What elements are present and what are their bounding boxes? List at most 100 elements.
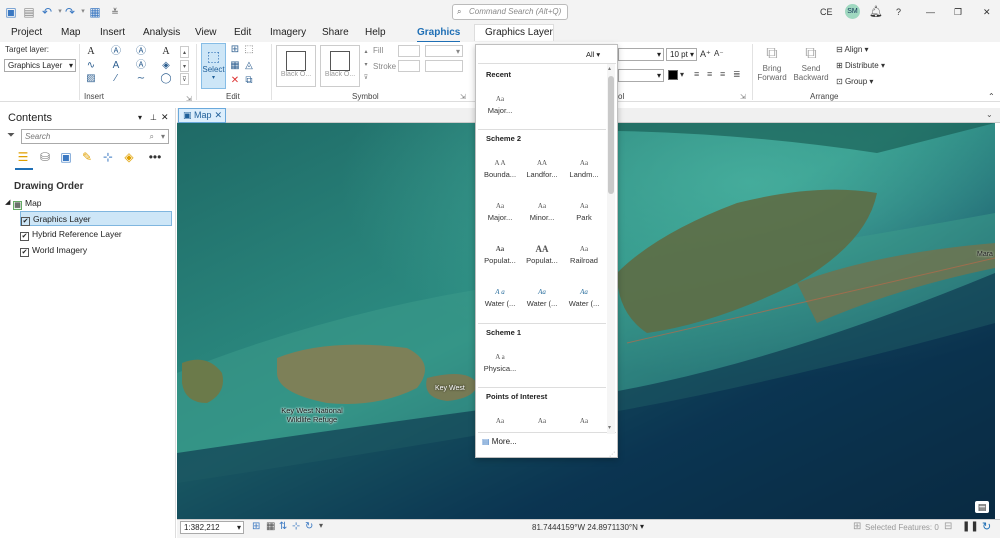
resize-grip-icon[interactable]: ⋰ [609,451,615,458]
tab-map[interactable]: Map [61,26,80,40]
style-item[interactable]: A A Bounda... [478,156,522,179]
scroll-down-icon[interactable]: ▾ [608,424,611,431]
save-icon[interactable]: ▤ [22,5,36,19]
font-color-swatch[interactable] [668,70,678,80]
tab-share[interactable]: Share [322,26,349,40]
stroke-color-picker[interactable] [398,60,420,72]
symbol-launcher-icon[interactable]: ⇲ [460,93,466,101]
symbol-gallery-expand-icon[interactable]: ⊽ [362,72,370,84]
command-search-input[interactable]: ⌕ Command Search (Alt+Q) [452,4,568,20]
font-size-select[interactable]: 10 pt ▾ [666,48,697,61]
style-item[interactable]: Aa Major... [478,199,522,222]
tab-analysis[interactable]: Analysis [143,26,180,40]
justify-icon[interactable]: ≣ [733,69,741,80]
gallery-scrollbar-thumb[interactable] [608,76,614,194]
chevron-down-icon[interactable]: ▾ [640,522,644,531]
list-by-labeling-icon[interactable]: ◈ [122,150,136,164]
map-view-tab[interactable]: ▣ Map ✕ [178,108,226,123]
tab-insert[interactable]: Insert [100,26,125,40]
style-item[interactable]: Aa Water (... [562,285,606,308]
avatar[interactable]: SM [845,4,860,19]
align-left-icon[interactable]: ≡ [694,69,699,79]
style-item[interactable]: Aa [562,414,606,428]
open-folder-icon[interactable]: ▦ [88,5,102,19]
align-center-icon[interactable]: ≡ [707,69,712,79]
copy-icon[interactable]: ⧉ [242,75,256,87]
symbol-gallery-up-icon[interactable]: ▴ [362,46,370,58]
line-icon[interactable]: ⁄ [109,73,123,85]
restore-button[interactable]: ❐ [954,5,962,19]
tab-graphics-layer[interactable]: Graphics Layer [485,26,553,40]
style-item[interactable]: Aa Major... [478,92,522,115]
user-initials[interactable]: CE [820,5,833,19]
close-button[interactable]: ✕ [983,5,991,19]
gallery-scroll-down-icon[interactable]: ▾ [180,60,189,72]
close-pane-icon[interactable]: ✕ [161,112,169,123]
style-item[interactable]: A a Water (... [478,285,522,308]
style-item[interactable]: Aa Minor... [520,199,564,222]
sketch-icon[interactable]: ∿ [84,60,98,72]
style-item[interactable]: Aa Water (... [520,285,564,308]
picture-icon[interactable]: ▨ [84,73,98,85]
clear-selection-icon[interactable]: ⊟ [944,521,952,532]
send-backward-button[interactable]: ⧉ Send Backward [792,44,830,82]
reshape-icon[interactable]: ⬚ [242,44,256,56]
group-button[interactable]: ⊡ Group ▾ [836,77,873,86]
layer-row-map[interactable]: ▦ Map [13,196,42,211]
edit-vertices-icon[interactable]: ⊞ [228,44,242,56]
font-family-select[interactable]: ▾ [618,48,664,61]
pin-icon[interactable]: ⊥ [150,113,157,122]
tab-view[interactable]: View [195,26,217,40]
contents-search-input[interactable]: Search ⌕ ▾ [21,129,169,144]
polygon-icon[interactable]: ◈ [159,60,173,72]
style-item[interactable]: AA Landfor... [520,156,564,179]
refresh-icon[interactable]: ↻ [982,520,991,533]
pane-options-icon[interactable]: ▾ [138,113,142,122]
align-button[interactable]: ⊟ Align ▾ [836,45,869,54]
scale-icon[interactable]: ◬ [242,60,256,72]
style-item[interactable]: AA Populat... [520,242,564,265]
insert-launcher-icon[interactable]: ⇲ [186,95,192,103]
style-item[interactable]: Aa [520,414,564,428]
symbol-gallery-down-icon[interactable]: ▾ [362,59,370,71]
minimize-button[interactable]: — [926,5,935,19]
filter-icon[interactable]: ⏷ [7,130,15,141]
symbol-swatch-1[interactable]: Black O... [276,45,316,87]
style-item[interactable]: Aa Populat... [478,242,522,265]
curved-text-icon[interactable]: Ⓐ [134,46,148,58]
stroke-width-select[interactable] [425,60,463,72]
collapse-ribbon-icon[interactable]: ⌃ [988,92,995,101]
notification-bell-icon[interactable]: 🔔︎ [869,5,883,19]
fill-transparency-select[interactable]: ▾ [425,45,463,57]
list-by-snapping-icon[interactable]: ⊹ [101,150,115,164]
increase-font-icon[interactable]: A⁺ [700,49,711,60]
close-tab-icon[interactable]: ✕ [214,109,222,122]
list-by-drawing-order-icon[interactable]: ☰ [16,150,30,164]
project-icon[interactable]: ▣ [4,5,18,19]
symbol-swatch-2[interactable]: Black O... [320,45,360,87]
attribution-icon[interactable]: ▤ [975,501,989,513]
grid-icon[interactable]: ▦ [266,521,275,532]
chevron-down-icon[interactable]: ⌄ [986,110,993,119]
layer-visibility-checkbox[interactable]: ✔ [20,232,29,241]
customize-toolbar-icon[interactable]: ≚ [108,5,122,19]
undo-icon[interactable]: ↶ [40,5,54,19]
style-item[interactable]: A a Physica... [478,350,522,373]
gallery-expand-icon[interactable]: ⊽ [180,73,189,85]
style-item[interactable]: Aa Landm... [562,156,606,179]
distribute-button[interactable]: ⊞ Distribute ▾ [836,61,885,70]
tab-project[interactable]: Project [11,26,42,40]
scroll-up-icon[interactable]: ▴ [608,65,611,72]
layer-row-hybrid-reference[interactable]: ✔ Hybrid Reference Layer [20,227,122,242]
text-launcher-icon[interactable]: ⇲ [740,93,746,101]
tab-graphics[interactable]: Graphics [417,26,461,43]
gallery-filter-select[interactable]: All ▾ [586,50,600,59]
callout-text-icon[interactable]: Ⓐ [109,46,123,58]
list-by-selection-icon[interactable]: ▣ [59,150,73,164]
target-layer-select[interactable]: Graphics Layer ▾ [4,59,76,72]
tab-help[interactable]: Help [365,26,386,40]
line-text-icon[interactable]: A [109,60,123,72]
more-styles-button[interactable]: ▤ More... [482,437,517,446]
pause-drawing-icon[interactable]: ❚❚ [962,521,979,532]
tab-edit[interactable]: Edit [234,26,251,40]
